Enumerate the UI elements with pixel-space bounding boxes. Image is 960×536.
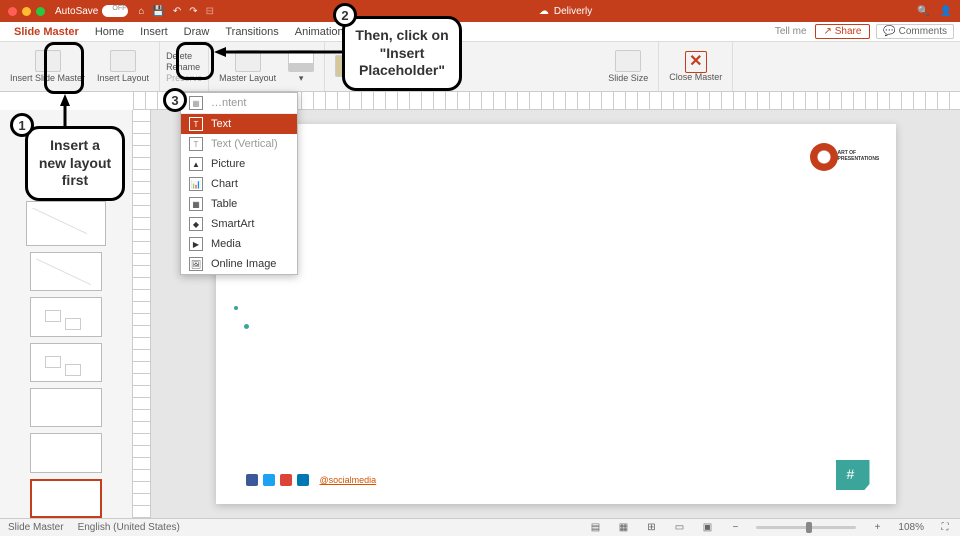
insert-placeholder-menu[interactable]: ▦…ntent TText TText (Vertical) ▲Picture … (180, 92, 298, 275)
annotation-badge-3: 3 (163, 88, 187, 112)
menu-item-online-image[interactable]: 🖼Online Image (181, 254, 297, 274)
slide-number-placeholder (836, 460, 870, 490)
redo-icon[interactable]: ↷ (189, 6, 197, 17)
thumb-master[interactable] (26, 201, 106, 246)
menu-item-content[interactable]: ▦…ntent (181, 93, 297, 114)
annotation-badge-1: 1 (10, 113, 34, 137)
home-icon[interactable]: ⌂ (138, 6, 144, 17)
annotation-highlight-insert-layout (44, 42, 84, 94)
normal-view-button[interactable]: ▦ (616, 522, 630, 533)
annotation-badge-2: 2 (333, 3, 357, 27)
annotation-highlight-insert-placeholder (176, 42, 214, 80)
status-mode: Slide Master (8, 522, 64, 533)
tab-home[interactable]: Home (87, 24, 132, 40)
zoom-out-button[interactable]: − (728, 522, 742, 533)
annotation-callout-1: Insert a new layout first (25, 126, 125, 201)
tab-draw[interactable]: Draw (176, 24, 218, 40)
social-handle: @socialmedia (320, 475, 377, 485)
ruler-vertical (133, 110, 151, 518)
close-master-button[interactable]: ✕Close Master (665, 49, 726, 85)
annotation-arrow (58, 94, 72, 128)
menu-item-media[interactable]: ▶Media (181, 234, 297, 254)
handle-dot (234, 306, 238, 310)
search-icon[interactable]: 🔍 (917, 6, 929, 17)
menu-item-text-vertical[interactable]: TText (Vertical) (181, 134, 297, 154)
annotation-arrow (214, 46, 344, 58)
status-language[interactable]: English (United States) (78, 522, 180, 533)
autosave-label: AutoSave (55, 6, 98, 17)
thumb-layout[interactable] (30, 252, 102, 291)
thumb-layout[interactable] (30, 433, 102, 472)
tab-slide-master[interactable]: Slide Master (6, 24, 87, 40)
insert-layout-button[interactable]: Insert Layout (93, 48, 153, 86)
slide-canvas[interactable]: ART OF PRESENTATIONS @socialmedia (216, 124, 896, 504)
account-icon[interactable]: 👤 (940, 6, 952, 17)
menu-item-table[interactable]: ▦Table (181, 194, 297, 214)
thumb-layout[interactable] (30, 343, 102, 382)
linkedin-icon (297, 474, 309, 486)
window-minimize[interactable] (22, 7, 31, 16)
reading-view-button[interactable]: ▭ (672, 522, 686, 533)
slideshow-button[interactable]: ▣ (700, 522, 714, 533)
menu-item-picture[interactable]: ▲Picture (181, 154, 297, 174)
thumb-layout[interactable] (30, 297, 102, 336)
tab-insert[interactable]: Insert (132, 24, 176, 40)
menu-item-chart[interactable]: 📊Chart (181, 174, 297, 194)
slide-size-button[interactable]: Slide Size (604, 48, 652, 86)
undo-icon[interactable]: ↶ (173, 6, 181, 17)
autosave-toggle[interactable]: AutoSave (55, 5, 128, 17)
fit-to-window-button[interactable]: ⛶ (938, 522, 952, 533)
thumb-layout[interactable] (30, 388, 102, 427)
notes-button[interactable]: ▤ (588, 522, 602, 533)
sorter-view-button[interactable]: ⊞ (644, 522, 658, 533)
zoom-slider[interactable] (756, 526, 856, 529)
handle-dot (244, 324, 249, 329)
save-icon[interactable]: 💾 (152, 6, 164, 17)
annotation-callout-2: Then, click on"InsertPlaceholder" (342, 16, 462, 91)
zoom-in-button[interactable]: + (870, 522, 884, 533)
google-plus-icon (280, 474, 292, 486)
thumb-layout-selected[interactable] (30, 479, 102, 518)
share-button[interactable]: ↗ Share (815, 24, 871, 39)
document-title: Deliverly (554, 6, 592, 17)
comments-button[interactable]: 💬 Comments (876, 24, 954, 39)
tell-me[interactable]: Tell me (775, 26, 807, 37)
menu-item-smartart[interactable]: ◆SmartArt (181, 214, 297, 234)
window-close[interactable] (8, 7, 17, 16)
tab-transitions[interactable]: Transitions (217, 24, 286, 40)
twitter-icon (263, 474, 275, 486)
window-zoom[interactable] (36, 7, 45, 16)
cloud-icon: ☁ (539, 6, 549, 17)
logo-placeholder: ART OF PRESENTATIONS (814, 142, 866, 172)
qa-icon[interactable]: ⊟ (206, 6, 214, 17)
facebook-icon (246, 474, 258, 486)
zoom-level[interactable]: 108% (898, 522, 924, 533)
menu-item-text[interactable]: TText (181, 114, 297, 134)
